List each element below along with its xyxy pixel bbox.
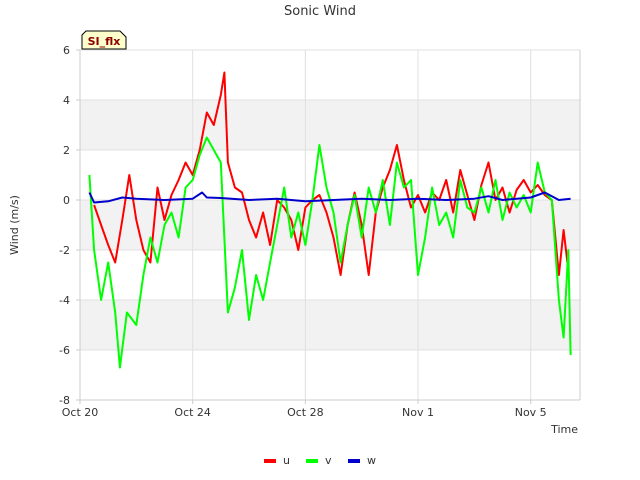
y-tick-labels: -8-6-4-20246: [59, 44, 80, 407]
y-axis-label: Wind (m/s): [8, 195, 21, 255]
legend-swatch-w: [348, 459, 360, 463]
x-axis-label: Time: [550, 423, 578, 436]
legend-swatch-v: [306, 459, 318, 463]
y-tick-label: -4: [59, 294, 70, 307]
sonic-wind-chart: Sonic Wind -8-6-4-20246 Oct 20 Oct 24 Oct …: [8, 4, 581, 467]
sensor-tag-label: SI_flx: [88, 35, 121, 48]
y-tick-label: -6: [59, 344, 70, 357]
legend-swatch-u: [264, 459, 276, 463]
y-tick-label: 6: [63, 44, 70, 57]
legend-label-w: w: [367, 454, 376, 467]
chart-title: Sonic Wind: [284, 4, 356, 19]
x-tick-label: Nov 1: [402, 406, 434, 419]
legend: u v w: [264, 454, 376, 467]
y-tick-label: -2: [59, 244, 70, 257]
plot-band: [80, 300, 580, 350]
y-tick-label: 4: [63, 94, 70, 107]
legend-label-v: v: [325, 454, 332, 467]
y-tick-label: 0: [63, 194, 70, 207]
y-tick-label: 2: [63, 144, 70, 157]
x-tick-label: Oct 24: [174, 406, 211, 419]
x-tick-label: Nov 5: [515, 406, 547, 419]
x-tick-label: Oct 20: [62, 406, 99, 419]
sensor-tag: SI_flx: [81, 30, 127, 50]
x-tick-label: Oct 28: [287, 406, 324, 419]
plot-band: [80, 100, 580, 150]
legend-label-u: u: [283, 454, 290, 467]
x-tick-labels: Oct 20 Oct 24 Oct 28 Nov 1 Nov 5: [62, 400, 547, 419]
